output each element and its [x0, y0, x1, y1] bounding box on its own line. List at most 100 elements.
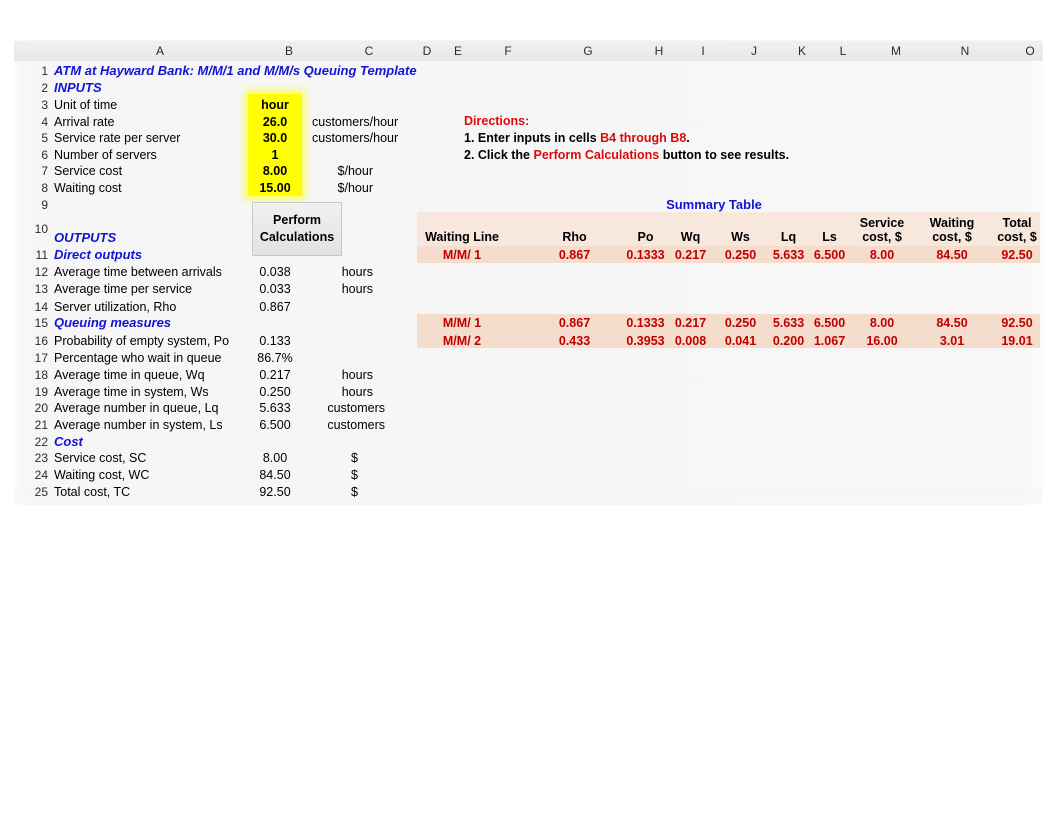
output-label-avg-time-per-service: Average time per service — [54, 282, 193, 296]
cost-label-waiting-cost: Waiting cost, WC — [54, 468, 150, 482]
output-value-server-utilization: 0.867 — [259, 300, 291, 314]
row-number-11[interactable]: 11 — [16, 247, 48, 263]
column-header-g[interactable]: G — [558, 43, 618, 59]
output-unit-avg-time-in-queue: hours — [341, 368, 373, 382]
summary-compare-row1-service-cost: 8.00 — [869, 316, 895, 330]
summary-col-header-ws: Ws — [731, 230, 750, 244]
input-unit-service-cost: $/hour — [337, 164, 373, 178]
column-header-m[interactable]: M — [866, 43, 926, 59]
column-header-f[interactable]: F — [478, 43, 538, 59]
direct-outputs-header: Direct outputs — [54, 247, 143, 262]
directions-title: Directions: — [464, 114, 530, 128]
output-label-avg-time-in-system: Average time in system, Ws — [54, 385, 209, 399]
spreadsheet-canvas: A B C D E F G H I J K L M N O 1 2 3 4 5 … — [0, 0, 1062, 822]
row-number-5[interactable]: 5 — [16, 130, 48, 146]
input-unit-service-rate: customers/hour — [312, 131, 399, 145]
row-number-4[interactable]: 4 — [16, 114, 48, 130]
queuing-measures-header: Queuing measures — [54, 315, 172, 330]
row-number-6[interactable]: 6 — [16, 147, 48, 163]
summary-compare-row2-ws: 0.041 — [724, 334, 757, 348]
outputs-section-header: OUTPUTS — [54, 230, 117, 245]
row-number-22[interactable]: 22 — [16, 434, 48, 450]
output-label-server-utilization: Server utilization, Rho — [54, 300, 177, 314]
summary-col-header-rho: Rho — [562, 230, 587, 244]
summary-current-row-lq: 5.633 — [772, 248, 805, 262]
row-number-17[interactable]: 17 — [16, 350, 48, 366]
input-label-waiting-cost: Waiting cost — [54, 181, 122, 195]
summary-current-row-waiting-cost: 84.50 — [936, 248, 968, 262]
summary-col-header-po: Po — [637, 230, 654, 244]
summary-compare-row2-service-cost: 16.00 — [866, 334, 898, 348]
output-value-avg-time-in-queue: 0.217 — [259, 368, 291, 382]
summary-table-title: Summary Table — [666, 197, 762, 212]
column-header-o[interactable]: O — [1000, 43, 1060, 59]
column-header-a[interactable]: A — [130, 43, 190, 59]
input-label-arrival-rate: Arrival rate — [54, 115, 115, 129]
row-number-8[interactable]: 8 — [16, 180, 48, 196]
input-value-service-cost[interactable]: 8.00 — [248, 163, 302, 179]
summary-current-row-total-cost: 92.50 — [1001, 248, 1033, 262]
cost-unit-total-cost: $ — [351, 485, 358, 499]
sheet-title: ATM at Hayward Bank: M/M/1 and M/M/s Que… — [54, 63, 417, 78]
row-number-25[interactable]: 25 — [16, 484, 48, 500]
input-value-unit-of-time[interactable]: hour — [248, 97, 302, 113]
summary-compare-row2-rho: 0.433 — [558, 334, 591, 348]
summary-col-header-wq: Wq — [680, 230, 701, 244]
summary-compare-row2-wq: 0.008 — [674, 334, 707, 348]
summary-col-header-service-cost-line2: cost, $ — [862, 230, 902, 244]
row-number-7[interactable]: 7 — [16, 163, 48, 179]
output-value-avg-time-in-system: 0.250 — [259, 385, 291, 399]
summary-col-header-waiting-line: Waiting Line — [425, 230, 499, 244]
input-value-waiting-cost[interactable]: 15.00 — [248, 180, 302, 196]
output-value-percentage-wait: 86.7% — [257, 351, 293, 365]
row-number-1[interactable]: 1 — [16, 63, 48, 79]
column-header-b[interactable]: B — [259, 43, 319, 59]
input-value-number-of-servers[interactable]: 1 — [248, 147, 302, 163]
row-number-3[interactable]: 3 — [16, 97, 48, 113]
row-number-16[interactable]: 16 — [16, 333, 48, 349]
input-unit-waiting-cost: $/hour — [337, 181, 373, 195]
output-label-avg-time-between-arrivals: Average time between arrivals — [54, 265, 222, 279]
summary-compare-row1-lq: 5.633 — [772, 316, 805, 330]
row-number-24[interactable]: 24 — [16, 467, 48, 483]
row-number-9[interactable]: 9 — [16, 197, 48, 213]
summary-compare-row2-total-cost: 19.01 — [1001, 334, 1033, 348]
summary-current-row-rho: 0.867 — [558, 248, 591, 262]
cost-value-waiting-cost: 84.50 — [259, 468, 291, 482]
row-number-13[interactable]: 13 — [16, 281, 48, 297]
directions-step-1: 1. Enter inputs in cells B4 through B8. — [464, 130, 690, 146]
row-number-14[interactable]: 14 — [16, 299, 48, 315]
summary-compare-row1-waiting-cost: 84.50 — [936, 316, 968, 330]
directions-step-2: 2. Click the Perform Calculations button… — [464, 147, 789, 163]
directions-step-2-suffix: button to see results. — [659, 148, 790, 162]
column-header-c[interactable]: C — [339, 43, 399, 59]
row-number-12[interactable]: 12 — [16, 264, 48, 280]
output-unit-avg-number-in-queue: customers — [327, 401, 385, 415]
row-number-19[interactable]: 19 — [16, 384, 48, 400]
cost-label-service-cost: Service cost, SC — [54, 451, 147, 465]
row-number-23[interactable]: 23 — [16, 450, 48, 466]
input-value-arrival-rate[interactable]: 26.0 — [248, 114, 302, 130]
row-number-18[interactable]: 18 — [16, 367, 48, 383]
row-number-10[interactable]: 10 — [16, 221, 48, 237]
row-number-2[interactable]: 2 — [16, 80, 48, 96]
row-number-21[interactable]: 21 — [16, 417, 48, 433]
output-label-percentage-wait: Percentage who wait in queue — [54, 351, 222, 365]
output-label-avg-number-in-system: Average number in system, Ls — [54, 418, 223, 432]
perform-calculations-button[interactable]: Perform Calculations — [252, 202, 342, 256]
column-header-l[interactable]: L — [813, 43, 873, 59]
column-header-n[interactable]: N — [935, 43, 995, 59]
summary-compare-row1-ws: 0.250 — [724, 316, 757, 330]
output-value-avg-number-in-queue: 5.633 — [259, 401, 291, 415]
output-value-prob-empty-system: 0.133 — [259, 334, 291, 348]
summary-col-header-lq: Lq — [780, 230, 797, 244]
summary-current-row-name: M/M/ 1 — [442, 248, 482, 262]
input-label-number-of-servers: Number of servers — [54, 148, 157, 162]
output-unit-avg-number-in-system: customers — [327, 418, 385, 432]
summary-compare-row2-lq: 0.200 — [772, 334, 805, 348]
row-number-20[interactable]: 20 — [16, 400, 48, 416]
summary-col-header-total-cost-line2: cost, $ — [997, 230, 1037, 244]
input-value-service-rate[interactable]: 30.0 — [248, 130, 302, 146]
row-number-15[interactable]: 15 — [16, 315, 48, 331]
cost-unit-waiting-cost: $ — [351, 468, 358, 482]
